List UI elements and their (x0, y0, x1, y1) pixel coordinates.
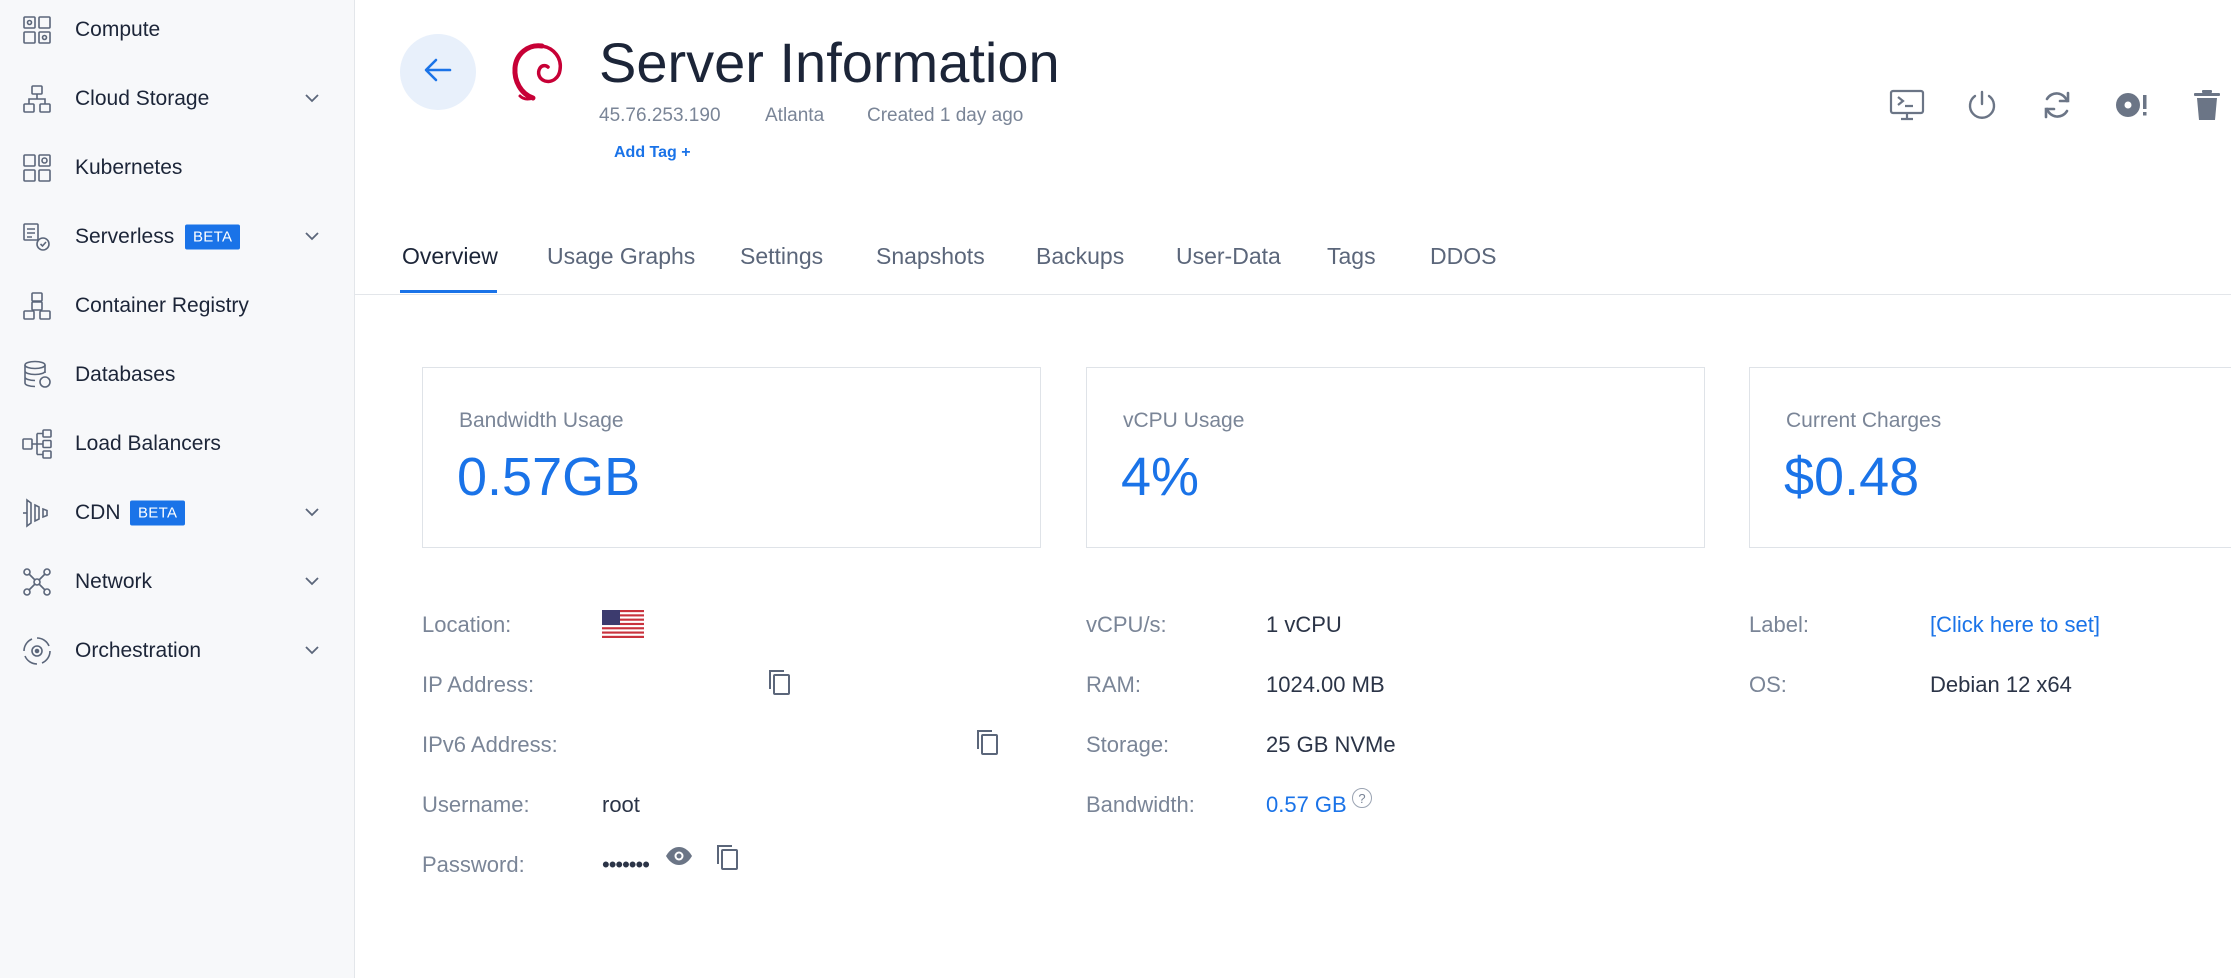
copy-icon[interactable] (712, 842, 742, 872)
sidebar-item-network[interactable]: Network (0, 547, 355, 616)
sidebar-item-label: Container Registry (75, 293, 249, 317)
trash-icon[interactable] (2187, 85, 2227, 125)
kubernetes-icon (20, 151, 54, 185)
tab-overview[interactable]: Overview (402, 243, 498, 295)
sidebar-item-compute[interactable]: Compute (0, 0, 355, 64)
sidebar-item-cdn[interactable]: CDN BETA (0, 478, 355, 547)
copy-icon[interactable] (764, 667, 794, 697)
active-tab-indicator (400, 290, 497, 293)
restart-icon[interactable] (2037, 85, 2077, 125)
card-value: $0.48 (1784, 447, 1920, 507)
arrow-left-icon (424, 58, 452, 87)
ip-address-label: IP Address: (422, 672, 535, 697)
os-value: Debian 12 x64 (1930, 672, 2072, 697)
sidebar-item-kubernetes[interactable]: Kubernetes (0, 133, 355, 202)
container-registry-icon (20, 289, 54, 323)
bandwidth-value[interactable]: 0.57 GB (1266, 792, 1347, 818)
serverless-icon (20, 220, 54, 254)
tab-ddos[interactable]: DDOS (1430, 243, 1496, 295)
sidebar-item-label: Load Balancers (75, 431, 221, 455)
load-balancer-icon (20, 427, 54, 461)
sidebar-item-databases[interactable]: Databases (0, 340, 355, 409)
reinstall-icon[interactable] (2112, 85, 2152, 125)
sidebar-item-label: Kubernetes (75, 155, 183, 179)
username-label: Username: (422, 792, 530, 817)
tab-snapshots[interactable]: Snapshots (876, 243, 985, 295)
tab-tags[interactable]: Tags (1327, 243, 1376, 295)
tab-backups[interactable]: Backups (1036, 243, 1124, 295)
tab-settings[interactable]: Settings (740, 243, 823, 295)
power-icon[interactable] (1962, 85, 2002, 125)
eye-icon[interactable] (664, 841, 694, 871)
storage-label: Storage: (1086, 732, 1170, 757)
sidebar-item-container-registry[interactable]: Container Registry (0, 271, 355, 340)
help-icon[interactable]: ? (1352, 788, 1372, 808)
sidebar-item-label: Compute (75, 17, 161, 41)
cloud-storage-icon (20, 82, 54, 116)
sidebar-item-cloud-storage[interactable]: Cloud Storage (0, 64, 355, 133)
chevron-down-icon[interactable] (302, 89, 322, 109)
sidebar: Compute Cloud Storage Kubernetes Serverl… (0, 0, 355, 978)
vcpu-value: 1 vCPU (1266, 612, 1342, 637)
bandwidth-label: Bandwidth: (1086, 792, 1195, 817)
chevron-down-icon[interactable] (302, 572, 322, 592)
sidebar-item-label: Orchestration (75, 638, 202, 662)
chevron-down-icon[interactable] (302, 641, 322, 661)
sidebar-item-label: Databases (75, 362, 176, 386)
chevron-down-icon[interactable] (302, 227, 322, 247)
card-title: Current Charges (1786, 409, 1942, 432)
card-value: 4% (1121, 447, 1200, 507)
vcpu-label: vCPU/s: (1086, 612, 1167, 637)
server-created: Created 1 day ago (867, 105, 1024, 126)
orchestration-icon (20, 634, 54, 668)
password-label: Password: (422, 852, 525, 877)
us-flag-icon (602, 610, 644, 638)
storage-value: 25 GB NVMe (1266, 732, 1396, 757)
server-location: Atlanta (765, 105, 825, 126)
sidebar-item-label: CDN (75, 500, 121, 524)
card-title: vCPU Usage (1123, 409, 1245, 432)
page-title: Server Information (599, 31, 1060, 94)
card-value: 0.57GB (457, 447, 641, 507)
network-icon (20, 565, 54, 599)
chevron-down-icon[interactable] (302, 503, 322, 523)
add-tag-link[interactable]: Add Tag + (614, 144, 691, 162)
database-icon (20, 358, 54, 392)
ipv6-address-label: IPv6 Address: (422, 732, 558, 757)
console-icon[interactable] (1887, 85, 1927, 125)
os-label: OS: (1749, 672, 1787, 697)
sidebar-item-orchestration[interactable]: Orchestration (0, 616, 355, 685)
beta-badge: BETA (130, 500, 186, 525)
card-title: Bandwidth Usage (459, 409, 624, 432)
tab-user-data[interactable]: User-Data (1176, 243, 1281, 295)
beta-badge: BETA (185, 224, 241, 249)
copy-icon[interactable] (972, 727, 1002, 757)
bandwidth-usage-card: Bandwidth Usage 0.57GB (422, 367, 1041, 548)
set-label-link[interactable]: [Click here to set] (1930, 612, 2100, 638)
username-value: root (602, 792, 640, 817)
compute-icon (20, 13, 54, 47)
location-label: Location: (422, 612, 512, 637)
sidebar-item-label: Cloud Storage (75, 86, 210, 110)
server-ip: 45.76.253.190 (599, 105, 721, 126)
password-value: ••••••• (602, 852, 650, 877)
label-label: Label: (1749, 612, 1809, 637)
back-button[interactable] (400, 34, 476, 110)
sidebar-item-label: Network (75, 569, 153, 593)
tab-usage-graphs[interactable]: Usage Graphs (547, 243, 695, 295)
sidebar-item-serverless[interactable]: Serverless BETA (0, 202, 355, 271)
debian-logo (508, 38, 568, 108)
cdn-icon (20, 496, 54, 530)
ram-label: RAM: (1086, 672, 1141, 697)
sidebar-item-load-balancers[interactable]: Load Balancers (0, 409, 355, 478)
current-charges-card: Current Charges $0.48 (1749, 367, 2231, 548)
sidebar-item-label: Serverless (75, 224, 175, 248)
ram-value: 1024.00 MB (1266, 672, 1385, 697)
vcpu-usage-card: vCPU Usage 4% (1086, 367, 1705, 548)
